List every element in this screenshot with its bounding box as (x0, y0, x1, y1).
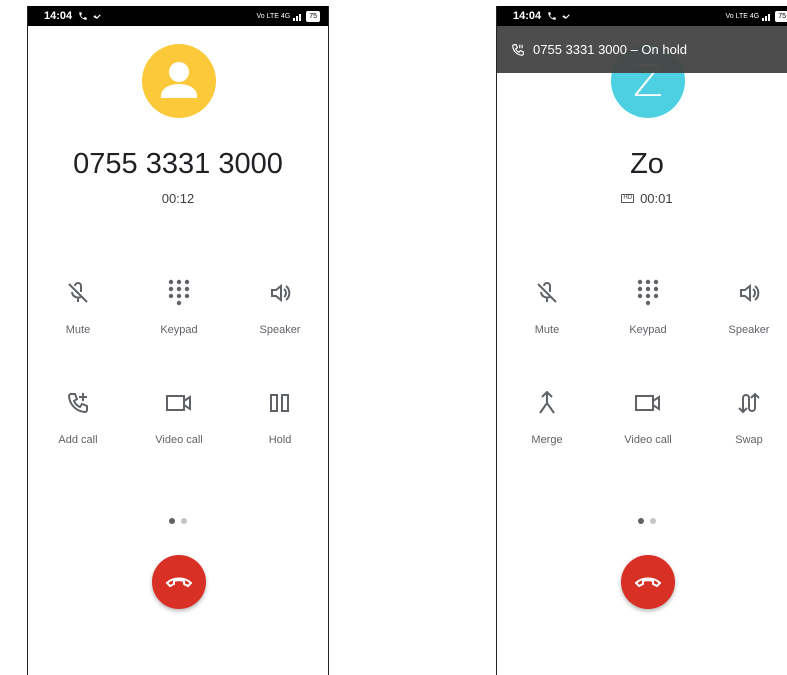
keypad-label: Keypad (629, 324, 667, 336)
speaker-icon (271, 283, 291, 303)
page-indicator (28, 518, 328, 524)
call-on-hold-icon (512, 43, 524, 56)
merge-label: Merge (531, 434, 563, 446)
page-dot-2 (181, 518, 187, 524)
swap-button[interactable]: Swap (699, 388, 787, 446)
video-call-label: Video call (155, 434, 203, 446)
merge-icon (539, 391, 555, 414)
dialpad-icon (637, 279, 659, 306)
missed-call-icon (562, 14, 570, 19)
hd-icon: HD (621, 194, 635, 203)
contact-avatar (142, 44, 216, 118)
signal-icon (293, 13, 302, 21)
video-call-label: Video call (624, 434, 672, 446)
video-call-icon (166, 395, 191, 411)
on-hold-banner[interactable]: 0755 3331 3000 – On hold (497, 26, 787, 73)
network-indicator: Vo LTE 4G (725, 12, 760, 20)
status-time: 14:04 (44, 10, 73, 22)
hang-up-icon (635, 577, 661, 588)
status-bar: 14:04 Vo LTE 4G 75 (497, 6, 787, 26)
battery-icon: 75 (775, 10, 787, 22)
end-call-button[interactable] (621, 555, 675, 609)
pause-icon (270, 394, 289, 412)
signal-icon (762, 13, 771, 21)
mic-off-icon (68, 282, 88, 303)
person-icon (161, 62, 197, 98)
mute-label: Mute (65, 324, 91, 336)
status-time: 14:04 (513, 10, 542, 22)
on-hold-text: 0755 3331 3000 – On hold (533, 42, 687, 57)
speaker-button[interactable]: Speaker (230, 278, 328, 336)
caller-name: Zo (630, 148, 664, 180)
mute-label: Mute (534, 324, 560, 336)
keypad-button[interactable]: Keypad (598, 278, 698, 336)
video-call-icon (635, 395, 660, 411)
hold-label: Hold (268, 434, 292, 446)
add-call-button[interactable]: Add call (28, 388, 128, 446)
hold-button[interactable]: Hold (230, 388, 328, 446)
page-indicator (497, 518, 787, 524)
speaker-button[interactable]: Speaker (699, 278, 787, 336)
call-status-icon (79, 12, 87, 20)
add-call-icon (67, 393, 88, 414)
caller-number: 0755 3331 3000 (73, 148, 283, 180)
video-call-button[interactable]: Video call (129, 388, 229, 446)
missed-call-icon (93, 14, 101, 19)
speaker-icon (740, 283, 760, 303)
call-duration-text: 00:01 (640, 191, 673, 206)
speaker-label: Speaker (259, 324, 301, 336)
call-duration-text: 00:12 (161, 191, 195, 206)
swap-icon (738, 392, 760, 414)
add-call-label: Add call (58, 434, 98, 446)
keypad-button[interactable]: Keypad (129, 278, 229, 336)
mute-button[interactable]: Mute (28, 278, 128, 336)
page-dot-1 (638, 518, 644, 524)
battery-icon: 75 (306, 10, 320, 22)
merge-button[interactable]: Merge (497, 388, 597, 446)
page-dot-1 (169, 518, 175, 524)
page-dot-2 (650, 518, 656, 524)
speaker-label: Speaker (728, 324, 770, 336)
call-status-icon (548, 12, 556, 20)
end-call-button[interactable] (152, 555, 206, 609)
hang-up-icon (166, 577, 192, 588)
mute-button[interactable]: Mute (497, 278, 597, 336)
dialpad-icon (168, 279, 190, 306)
call-duration: HD 00:01 (497, 191, 787, 206)
call-screen-left: 14:04 Vo LTE 4G 75 0755 3331 3000 00:12 … (27, 6, 329, 675)
mic-off-icon (537, 282, 557, 303)
video-call-button[interactable]: Video call (598, 388, 698, 446)
call-duration: 00:12 (28, 191, 328, 206)
status-bar: 14:04 Vo LTE 4G 75 (28, 6, 328, 26)
network-indicator: Vo LTE 4G (256, 12, 291, 20)
keypad-label: Keypad (160, 324, 198, 336)
swap-label: Swap (735, 434, 763, 446)
call-screen-right: 14:04 Vo LTE 4G 75 Z 0755 3331 3000 – On… (496, 6, 787, 675)
